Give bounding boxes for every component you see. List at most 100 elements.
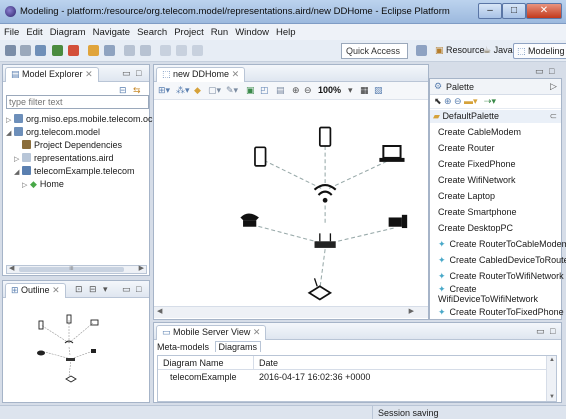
menu-window[interactable]: Window — [235, 27, 269, 38]
minimize-view-icon[interactable]: ▭ — [536, 326, 545, 337]
tab-outline[interactable]: ⊞ Outline ✕ — [5, 283, 66, 298]
cable-modem-node[interactable] — [307, 278, 333, 301]
subtab-meta-models[interactable]: Meta-models — [154, 342, 212, 352]
palette-drawer-default[interactable]: ▰ DefaultPalette ⊂ — [430, 110, 561, 123]
tab-mobile-server-view[interactable]: ▭ Mobile Server View ✕ — [156, 325, 267, 340]
perspective-java[interactable]: ☕ Java — [480, 43, 516, 59]
scrollbar-thumb[interactable]: III — [19, 267, 124, 272]
menu-project[interactable]: Project — [174, 27, 204, 38]
menu-navigate[interactable]: Navigate — [93, 27, 131, 38]
menu-edit[interactable]: Edit — [26, 27, 42, 38]
menu-search[interactable]: Search — [137, 27, 167, 38]
subtab-diagrams[interactable]: Diagrams — [214, 341, 262, 352]
search-tool-icon[interactable] — [104, 45, 115, 56]
tree-item-project-dependencies[interactable]: Project Dependencies — [14, 139, 122, 151]
scroll-right-icon[interactable]: ▶ — [409, 307, 414, 315]
horizontal-scrollbar[interactable]: ◀ III ▶ — [6, 265, 147, 274]
scroll-up-icon[interactable]: ▲ — [549, 357, 555, 363]
print-icon[interactable] — [35, 45, 46, 56]
column-header-diagram-name[interactable]: Diagram Name — [158, 356, 254, 370]
new-file-icon[interactable] — [5, 45, 16, 56]
open-folder-icon[interactable] — [88, 45, 99, 56]
table-row-name[interactable]: telecomExample — [158, 371, 254, 384]
drawer-pin-icon[interactable]: ⊂ — [549, 110, 557, 123]
menu-diagram[interactable]: Diagram — [50, 27, 86, 38]
tree-item-telecom-example[interactable]: ◢ telecomExample.telecom — [14, 165, 135, 177]
zoom-dropdown-icon[interactable]: ▾ — [348, 85, 353, 96]
laptop-node[interactable] — [379, 145, 405, 162]
table-vertical-scrollbar[interactable]: ▲ ▼ — [546, 356, 556, 401]
layers-icon[interactable]: ⁂▾ — [176, 85, 190, 96]
next-edit-icon[interactable] — [176, 45, 187, 56]
menu-help[interactable]: Help — [276, 27, 296, 38]
tab-model-explorer[interactable]: ▤ Model Explorer ✕ — [5, 67, 99, 82]
tree-item-mobile-project[interactable]: ▷ org.miso.eps.mobile.telecom.oc — [6, 113, 153, 125]
nav-forward-icon[interactable] — [140, 45, 151, 56]
zoom-tool-in-icon[interactable]: ⊕ — [444, 96, 452, 107]
maximize-view-icon[interactable]: □ — [550, 326, 555, 336]
snap-icon[interactable]: ▧ — [374, 85, 383, 96]
run-icon[interactable] — [52, 45, 63, 56]
select-all-icon[interactable]: ⊞▾ — [158, 85, 170, 96]
table-row-date[interactable]: 2016-04-17 16:02:36 +0000 — [254, 371, 454, 384]
refresh-icon[interactable]: ▣ — [246, 85, 255, 96]
tab-new-ddhome[interactable]: ⬚ new DDHome ✕ — [156, 67, 246, 82]
copy-format-icon[interactable]: ▤ — [276, 85, 285, 96]
filter-input[interactable] — [6, 95, 149, 109]
smartphone-node-top[interactable] — [318, 126, 332, 147]
zoom-tool-out-icon[interactable]: ⊖ — [454, 96, 462, 107]
last-edit-icon[interactable] — [192, 45, 203, 56]
minimize-button[interactable]: – — [478, 3, 502, 19]
palette-tool-laptop[interactable]: Create Laptop — [430, 188, 561, 204]
save-icon[interactable] — [20, 45, 31, 56]
view-menu-icon[interactable]: ▾ — [103, 284, 108, 295]
tree-item-telecom-model[interactable]: ◢ org.telecom.model — [6, 126, 100, 138]
palette-tool-fixedphone[interactable]: Create FixedPhone — [430, 156, 561, 172]
debug-icon[interactable] — [68, 45, 79, 56]
open-perspective-icon[interactable] — [416, 45, 427, 56]
palette-tool-router-to-cablemodem[interactable]: ✦ Create RouterToCableModem — [430, 236, 566, 252]
note-tool-icon[interactable]: ▬▾ — [464, 96, 478, 107]
palette-tool-wifidevice-to-wifinetwork[interactable]: ✦ Create WifiDeviceToWifiNetwork — [430, 284, 561, 304]
palette-tool-router-to-fixedphone[interactable]: ✦ Create RouterToFixedPhone — [430, 304, 564, 320]
filter-icon[interactable]: ◆ — [194, 85, 201, 96]
minimize-view-icon[interactable]: ▭ — [122, 68, 131, 79]
zoom-in-icon[interactable]: ⊕ — [292, 85, 300, 96]
outline-overview-icon[interactable]: ⊟ — [89, 284, 97, 295]
column-header-date[interactable]: Date — [254, 356, 546, 370]
maximize-view-icon[interactable]: □ — [136, 284, 141, 294]
scroll-down-icon[interactable]: ▼ — [549, 394, 555, 400]
palette-tool-smartphone[interactable]: Create Smartphone — [430, 204, 561, 220]
palette-tool-cablemodem[interactable]: Create CableModem — [430, 124, 561, 140]
diagram-horizontal-scrollbar[interactable]: ◀ ▶ — [154, 306, 428, 318]
arrange-icon[interactable]: ▢▾ — [208, 85, 221, 96]
palette-tool-cabled-device-to-router[interactable]: ✦ Create CabledDeviceToRouter — [430, 252, 566, 268]
menu-file[interactable]: File — [4, 27, 19, 38]
maximize-button[interactable]: □ — [502, 3, 526, 19]
menu-run[interactable]: Run — [211, 27, 228, 38]
palette-tool-router[interactable]: Create Router — [430, 140, 561, 156]
desktop-pc-node[interactable] — [388, 214, 408, 229]
outline-view-icon[interactable]: ⊡ — [75, 284, 83, 295]
tree-item-home[interactable]: ▷ ◆ Home — [22, 178, 64, 190]
palette-collapse-icon[interactable]: ▷ — [550, 81, 557, 92]
zoom-level[interactable]: 100% — [318, 85, 341, 95]
minimize-editor-icon[interactable]: ▭ — [535, 66, 544, 77]
scroll-left-icon[interactable]: ◀ — [9, 264, 14, 272]
perspective-modeling[interactable]: ⬚ Modeling — [513, 43, 566, 59]
pin-icon[interactable]: ✎▾ — [226, 85, 238, 96]
scroll-right-icon[interactable]: ▶ — [139, 264, 144, 272]
outline-thumbnail[interactable] — [13, 303, 133, 398]
smartphone-node-left[interactable] — [254, 146, 267, 167]
grid-icon[interactable]: ▦ — [360, 85, 369, 96]
prev-edit-icon[interactable] — [160, 45, 171, 56]
palette-tool-wifinetwork[interactable]: Create WifiNetwork — [430, 172, 561, 188]
tree-item-representations[interactable]: ▷ representations.aird — [14, 152, 114, 164]
palette-tool-desktoppc[interactable]: Create DesktopPC — [430, 220, 561, 236]
palette-tool-router-to-wifinetwork[interactable]: ✦ Create RouterToWifiNetwork — [430, 268, 564, 284]
maximize-view-icon[interactable]: □ — [136, 68, 141, 78]
fixed-phone-node[interactable] — [240, 213, 259, 227]
quick-access-input[interactable]: Quick Access — [341, 43, 408, 59]
minimize-view-icon[interactable]: ▭ — [122, 284, 131, 295]
router-node[interactable] — [314, 233, 336, 248]
